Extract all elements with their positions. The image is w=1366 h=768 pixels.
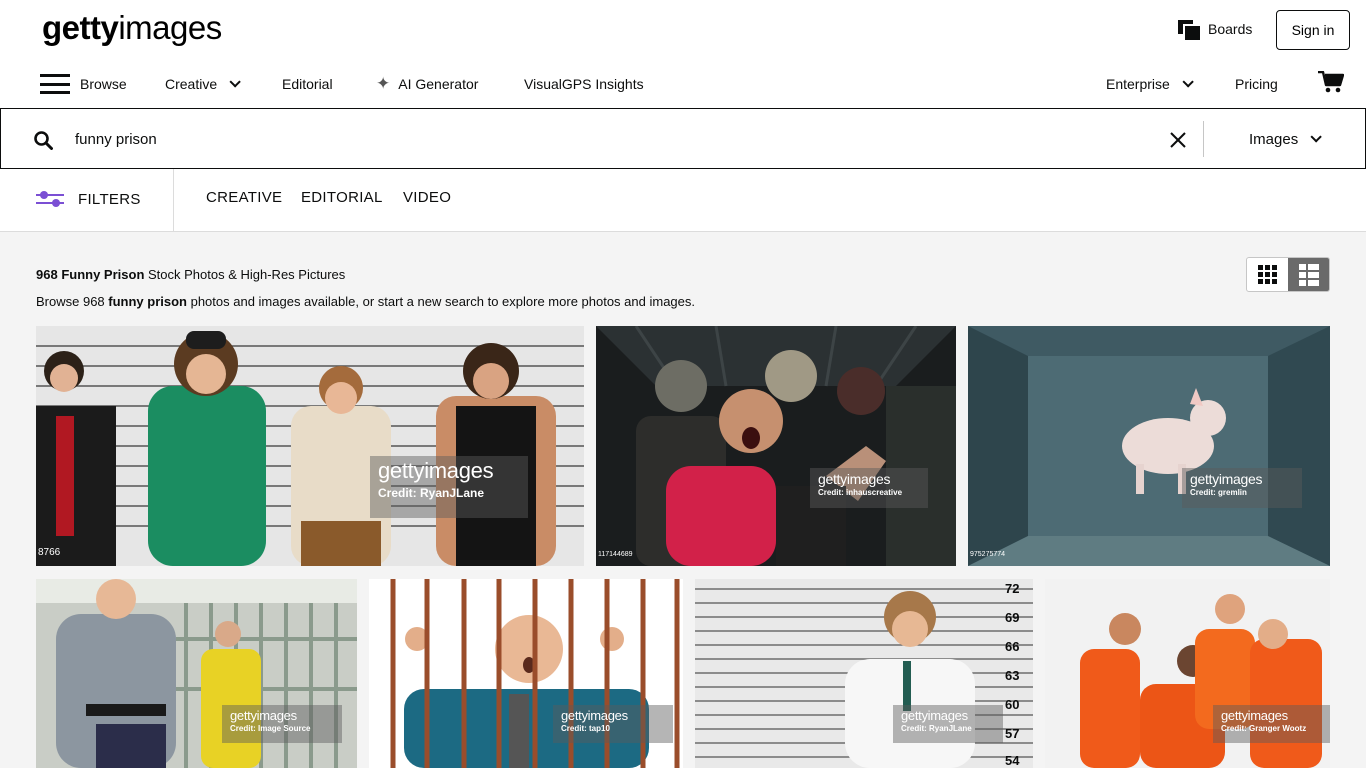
creative-menu[interactable]: Creative xyxy=(165,70,241,98)
watermark-credit: Credit: Granger Wootz xyxy=(1221,724,1307,733)
watermark-credit: Credit: RyanJLane xyxy=(378,486,485,500)
boards-icon xyxy=(1178,20,1200,40)
watermark: gettyimages Credit: RyanJLane xyxy=(893,705,1003,743)
watermark-credit: Credit: tap10 xyxy=(561,724,610,733)
watermark-logo: gettyimages xyxy=(1221,708,1288,723)
search-divider xyxy=(1203,121,1204,157)
tab-creative[interactable]: CREATIVE xyxy=(206,189,282,206)
logo-regular: images xyxy=(118,9,222,46)
visualgps-label: VisualGPS Insights xyxy=(524,76,644,92)
sub-prefix: Browse 968 xyxy=(36,294,109,309)
media-type-dropdown[interactable]: Images xyxy=(1249,127,1322,151)
tab-editorial[interactable]: EDITORIAL xyxy=(301,189,383,206)
height-mark-69: 69 xyxy=(1005,610,1020,625)
height-mark-63: 63 xyxy=(1005,668,1020,683)
image-id: 117144689 xyxy=(598,551,633,558)
main-nav: Browse Creative Editorial ✦ AI Generator… xyxy=(0,70,1366,98)
chevron-down-icon xyxy=(1310,131,1322,143)
enterprise-label: Enterprise xyxy=(1106,76,1170,92)
results-area: 968 Funny Prison Stock Photos & High-Res… xyxy=(0,232,1366,768)
sign-in-button[interactable]: Sign in xyxy=(1276,10,1350,50)
mosaic-icon xyxy=(1298,263,1319,286)
filters-label: FILTERS xyxy=(78,190,141,208)
hamburger-icon xyxy=(40,74,70,94)
chevron-down-icon xyxy=(1182,76,1194,88)
watermark-credit: Credit: gremlin xyxy=(1190,488,1247,497)
pricing-link[interactable]: Pricing xyxy=(1235,70,1278,98)
watermark: gettyimages Credit: RyanJLane xyxy=(370,456,528,518)
watermark-logo: gettyimages xyxy=(1190,471,1263,487)
tab-video[interactable]: VIDEO xyxy=(403,189,451,206)
logo-bold: getty xyxy=(42,9,119,46)
watermark-credit: Credit: Image Source xyxy=(230,724,311,733)
results-heading-suffix: Stock Photos & High-Res Pictures xyxy=(144,267,346,282)
results-count: 968 xyxy=(36,267,58,282)
editorial-label: Editorial xyxy=(282,76,333,92)
boards-label: Boards xyxy=(1208,21,1253,37)
watermark: gettyimages Credit: Granger Wootz xyxy=(1213,705,1330,743)
image-tile-2[interactable]: gettyimages Credit: inhauscreative 11714… xyxy=(596,326,956,566)
watermark: gettyimages Credit: Image Source xyxy=(222,705,342,743)
watermark-logo: gettyimages xyxy=(561,708,628,723)
sub-term: funny prison xyxy=(108,294,187,309)
height-mark-60: 60 xyxy=(1005,697,1020,712)
search-input[interactable] xyxy=(75,126,1155,152)
image-id: 8766 xyxy=(38,547,61,558)
watermark-logo: gettyimages xyxy=(378,458,494,483)
image-tile-6[interactable]: 72 69 66 63 60 57 54 gettyimages Credit:… xyxy=(695,579,1033,768)
image-id: 975275774 xyxy=(970,551,1006,558)
creative-label: Creative xyxy=(165,76,218,92)
cart-icon[interactable] xyxy=(1318,71,1344,93)
enterprise-menu[interactable]: Enterprise xyxy=(1106,70,1194,98)
mosaic-view-button[interactable] xyxy=(1288,258,1329,291)
filters-button[interactable]: FILTERS xyxy=(36,190,141,208)
grid-view-button[interactable] xyxy=(1247,258,1288,291)
ai-generator-link[interactable]: ✦ AI Generator xyxy=(376,70,478,98)
results-subheading: Browse 968 funny prison photos and image… xyxy=(36,294,695,309)
image-lineup xyxy=(36,326,584,566)
height-mark-57: 57 xyxy=(1005,726,1020,741)
browse-label: Browse xyxy=(80,76,127,92)
image-tile-4[interactable]: gettyimages Credit: Image Source xyxy=(36,579,357,768)
image-tile-5[interactable]: gettyimages Credit: tap10 xyxy=(369,579,683,768)
height-mark-54: 54 xyxy=(1005,753,1020,768)
search-bar: Images xyxy=(0,108,1366,169)
image-zombies xyxy=(596,326,956,566)
image-pig xyxy=(968,326,1330,566)
watermark-credit: Credit: RyanJLane xyxy=(901,724,972,733)
watermark: gettyimages Credit: tap10 xyxy=(553,705,673,743)
watermark-logo: gettyimages xyxy=(818,471,891,487)
watermark: gettyimages Credit: inhauscreative xyxy=(810,468,928,508)
image-tile-7[interactable]: gettyimages Credit: Granger Wootz xyxy=(1045,579,1330,768)
watermark-logo: gettyimages xyxy=(901,708,968,723)
boards-link[interactable]: Boards xyxy=(1178,20,1253,40)
sparkle-icon: ✦ xyxy=(376,74,391,93)
height-mark-66: 66 xyxy=(1005,639,1020,654)
getty-images-logo[interactable]: gettyimages xyxy=(42,10,222,46)
filter-divider xyxy=(173,169,174,232)
media-type-label: Images xyxy=(1249,130,1299,148)
sliders-icon xyxy=(36,190,64,208)
browse-menu[interactable]: Browse xyxy=(40,70,127,98)
results-term: Funny Prison xyxy=(61,267,145,282)
chevron-down-icon xyxy=(229,76,241,88)
image-tile-3[interactable]: gettyimages Credit: gremlin 975275774 xyxy=(968,326,1330,566)
view-toggle xyxy=(1246,257,1330,292)
sub-suffix: photos and images available, or start a … xyxy=(186,294,695,309)
ai-generator-label: AI Generator xyxy=(398,76,479,92)
watermark: gettyimages Credit: gremlin xyxy=(1182,468,1302,508)
search-icon[interactable] xyxy=(34,131,53,150)
visualgps-link[interactable]: VisualGPS Insights xyxy=(524,70,644,98)
height-mark-72: 72 xyxy=(1005,581,1020,596)
watermark-logo: gettyimages xyxy=(230,708,297,723)
editorial-link[interactable]: Editorial xyxy=(282,70,333,98)
image-tile-1[interactable]: gettyimages Credit: RyanJLane 8766 xyxy=(36,326,584,566)
close-icon[interactable] xyxy=(1169,131,1187,149)
watermark-credit: Credit: inhauscreative xyxy=(818,488,903,497)
results-heading: 968 Funny Prison Stock Photos & High-Res… xyxy=(36,267,345,282)
grid-icon xyxy=(1258,265,1277,284)
pricing-label: Pricing xyxy=(1235,76,1278,92)
filter-bar: FILTERS CREATIVE EDITORIAL VIDEO xyxy=(0,169,1366,232)
